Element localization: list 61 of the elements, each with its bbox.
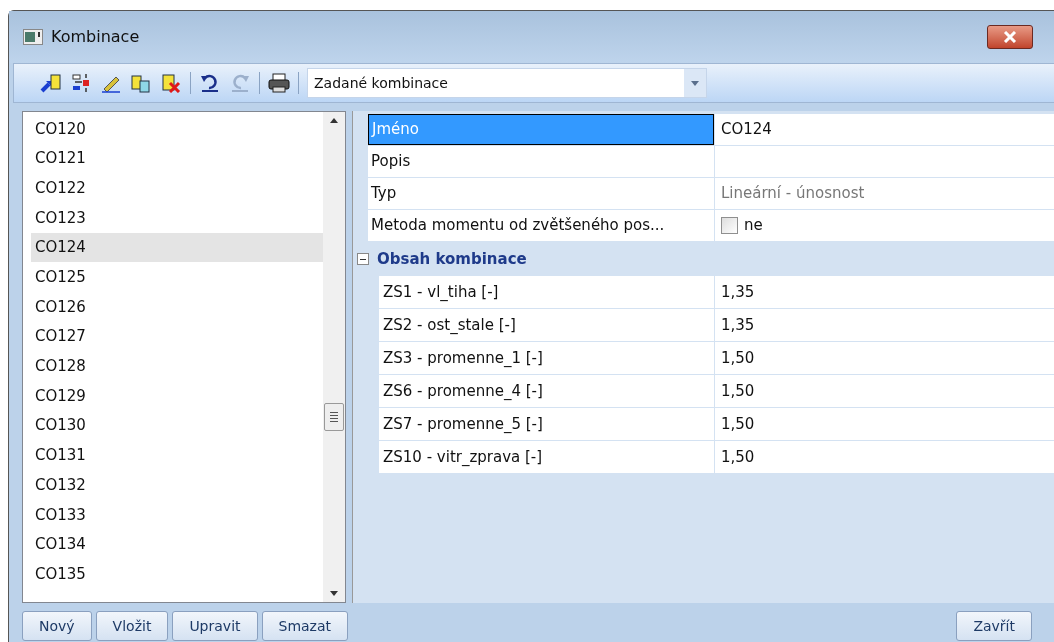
- undo-icon[interactable]: [199, 73, 221, 93]
- window-title: Kombinace: [51, 26, 140, 48]
- property-label[interactable]: Metoda momentu od zvětšeného pos...: [368, 210, 714, 241]
- action-button[interactable]: Upravit: [172, 611, 258, 641]
- caret-icon: [691, 80, 699, 86]
- category-title: Obsah kombinace: [377, 248, 527, 270]
- copy-table-icon[interactable]: [130, 73, 152, 93]
- action-button[interactable]: Nový: [22, 611, 92, 641]
- arrow-table-icon[interactable]: [40, 73, 62, 93]
- list-item[interactable]: CO129: [31, 381, 323, 411]
- close-dialog-button[interactable]: Zavřít: [956, 611, 1032, 641]
- list-item[interactable]: CO133: [31, 499, 323, 530]
- value-cell[interactable]: CO124: [714, 114, 1054, 145]
- close-button[interactable]: [987, 25, 1033, 49]
- property-label[interactable]: ZS3 - promenne_1 [-]: [379, 342, 714, 374]
- scroll-down-icon[interactable]: [330, 591, 338, 596]
- list-item[interactable]: CO130: [31, 410, 323, 441]
- action-button[interactable]: Vložit: [95, 611, 169, 641]
- property-label[interactable]: ZS2 - ost_stale [-]: [379, 309, 714, 341]
- combination-dropdown[interactable]: Zadané kombinace: [307, 68, 707, 98]
- property-value: 1,35: [714, 309, 1054, 341]
- property-label[interactable]: ZS1 - vl_tiha [-]: [379, 276, 714, 308]
- list-item[interactable]: CO127: [31, 321, 323, 352]
- property-value: 1,50: [714, 441, 1054, 473]
- action-button[interactable]: Smazat: [261, 611, 349, 641]
- list-item[interactable]: CO131: [31, 440, 323, 471]
- list-item[interactable]: CO135: [31, 559, 323, 589]
- list-item[interactable]: CO123: [31, 203, 323, 233]
- scrollbar[interactable]: [323, 112, 345, 602]
- list-item[interactable]: CO122: [31, 173, 323, 204]
- value-cell[interactable]: Lineární - únosnost: [714, 178, 1054, 209]
- property-label[interactable]: ZS7 - promenne_5 [-]: [379, 408, 714, 440]
- property-label[interactable]: ZS10 - vitr_zprava [-]: [379, 441, 714, 473]
- close-icon: [1002, 31, 1018, 43]
- printer-icon[interactable]: [268, 73, 290, 93]
- scroll-up-icon[interactable]: [330, 118, 338, 123]
- list-item[interactable]: CO121: [31, 143, 323, 174]
- property-value: 1,50: [714, 375, 1054, 407]
- collapse-toggle[interactable]: [357, 253, 369, 265]
- property-value: CO124: [721, 119, 772, 141]
- list-item[interactable]: CO132: [31, 470, 323, 500]
- list-item[interactable]: CO128: [31, 351, 323, 382]
- window-icon: [23, 29, 43, 45]
- property-value: 1,50: [714, 408, 1054, 440]
- list-item[interactable]: CO125: [31, 262, 323, 293]
- property-value: 1,35: [714, 276, 1054, 308]
- list-item[interactable]: CO120: [31, 114, 323, 144]
- list-item[interactable]: CO126: [31, 292, 323, 322]
- property-label[interactable]: Typ: [368, 178, 714, 209]
- value-cell[interactable]: ne: [714, 210, 1054, 241]
- checkbox[interactable]: [721, 217, 738, 234]
- value-cell[interactable]: [714, 146, 1054, 177]
- property-label[interactable]: ZS6 - promenne_4 [-]: [379, 375, 714, 407]
- property-value: ne: [744, 215, 763, 237]
- list-item[interactable]: CO124: [31, 232, 323, 263]
- property-label[interactable]: Popis: [368, 146, 714, 177]
- list-item[interactable]: CO134: [31, 529, 323, 560]
- property-value: 1,50: [714, 342, 1054, 374]
- move-blocks-icon[interactable]: [70, 73, 92, 93]
- delete-table-icon[interactable]: [160, 73, 182, 93]
- property-value: Lineární - únosnost: [721, 183, 865, 205]
